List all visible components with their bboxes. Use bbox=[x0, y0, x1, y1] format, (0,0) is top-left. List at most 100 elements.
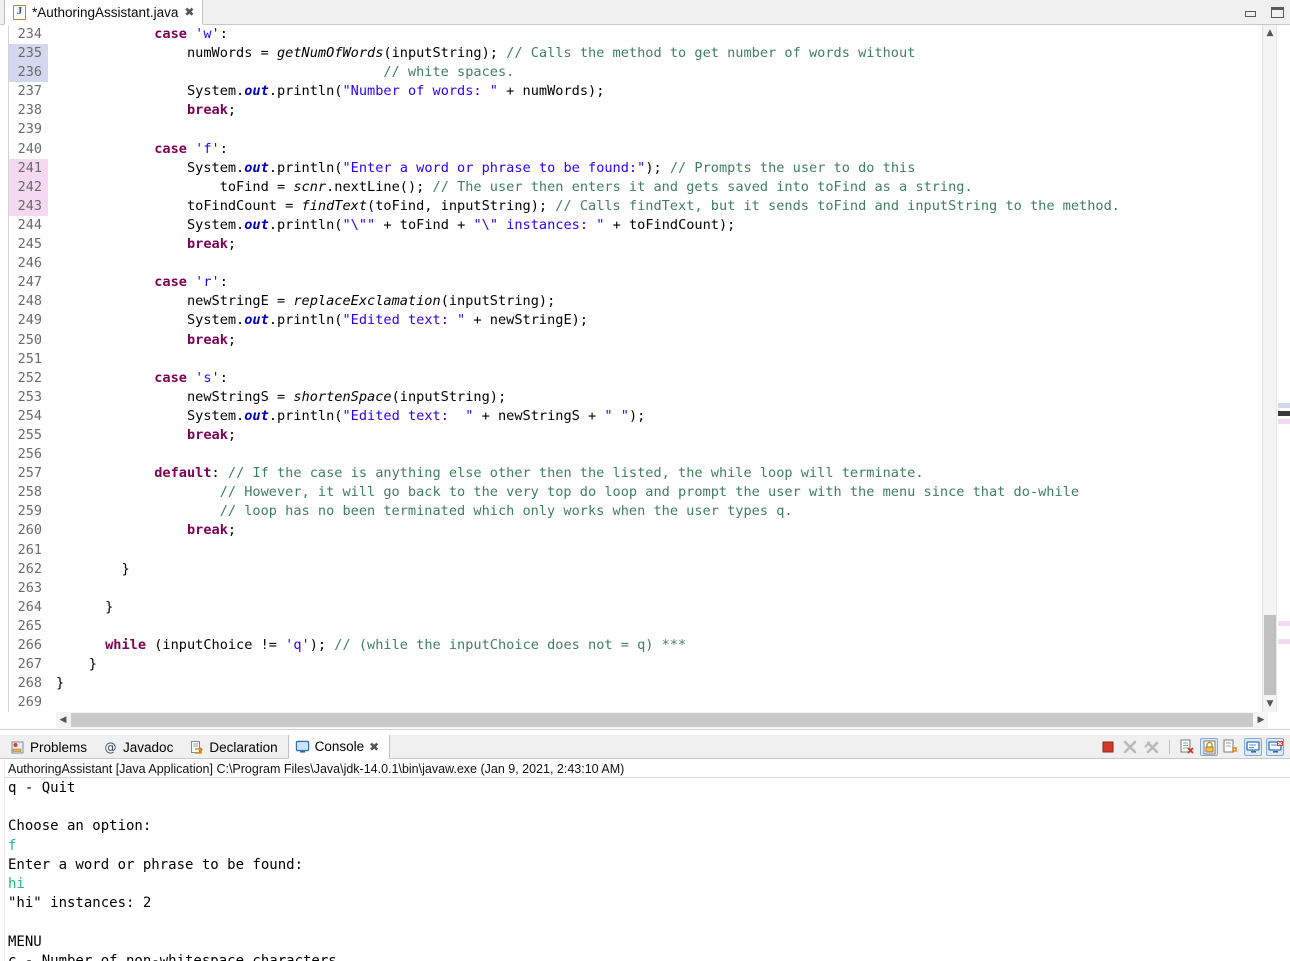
line-number: 248 bbox=[17, 293, 42, 310]
code-line[interactable]: 242 toFind = scnr.nextLine(); // The use… bbox=[0, 177, 1262, 197]
console-icon bbox=[295, 739, 310, 754]
console-tab-label: Declaration bbox=[209, 739, 278, 755]
overview-ruler-marker[interactable] bbox=[1278, 411, 1290, 416]
minimize-icon[interactable] bbox=[1244, 7, 1257, 18]
scroll-up-arrow[interactable]: ▲ bbox=[1263, 25, 1277, 41]
console-output-line: c - Number of non-whitespace characters bbox=[8, 952, 337, 961]
overview-ruler-marker[interactable] bbox=[1278, 621, 1290, 626]
scroll-lock-button[interactable] bbox=[1200, 738, 1218, 756]
code-line[interactable]: 253 newStringS = shortenSpace(inputStrin… bbox=[0, 388, 1262, 407]
word-wrap-button[interactable] bbox=[1222, 738, 1240, 756]
editor-tab-authoringassistant[interactable]: *AuthoringAssistant.java ✖ bbox=[4, 0, 204, 25]
scroll-left-arrow[interactable]: ◀ bbox=[56, 712, 70, 728]
code-text: toFind = scnr.nextLine(); // The user th… bbox=[219, 178, 973, 195]
code-line[interactable]: 263 bbox=[0, 579, 1262, 598]
code-line[interactable]: 269 bbox=[0, 693, 1262, 712]
open-console-button[interactable] bbox=[1266, 738, 1284, 756]
line-number: 259 bbox=[17, 503, 42, 520]
code-text: break; bbox=[186, 102, 237, 119]
code-line[interactable]: 239 bbox=[0, 120, 1262, 139]
line-number: 265 bbox=[17, 617, 42, 634]
line-number: 245 bbox=[17, 236, 42, 253]
console-output-line: Choose an option: bbox=[8, 818, 152, 835]
remove-all-terminated-button bbox=[1143, 738, 1161, 756]
code-line[interactable]: 246 bbox=[0, 254, 1262, 273]
code-line[interactable]: 240 case 'f': bbox=[0, 140, 1262, 159]
code-text: // loop has no been terminated which onl… bbox=[219, 503, 793, 520]
console-tab-problems[interactable]: Problems bbox=[4, 735, 97, 759]
code-text: break; bbox=[186, 236, 237, 253]
line-number: 234 bbox=[17, 26, 42, 42]
code-line[interactable]: 262 } bbox=[0, 560, 1262, 579]
declaration-icon bbox=[189, 740, 204, 755]
vertical-scrollbar-thumb[interactable] bbox=[1264, 615, 1276, 695]
code-text: break; bbox=[186, 522, 237, 539]
console-output-line: MENU bbox=[8, 933, 42, 950]
code-line[interactable]: 237 System.out.println("Number of words:… bbox=[0, 82, 1262, 101]
code-line[interactable]: 261 bbox=[0, 541, 1262, 560]
line-number: 237 bbox=[17, 83, 42, 100]
code-editor[interactable]: 234 case 'w': 235 numWords = getNumOfWord… bbox=[0, 25, 1290, 712]
line-number: 269 bbox=[17, 694, 42, 711]
code-line[interactable]: 268} bbox=[0, 674, 1262, 693]
line-number: 250 bbox=[17, 331, 42, 348]
code-line[interactable]: 264 } bbox=[0, 598, 1262, 617]
console-output[interactable]: q - Quit Choose an option: f Enter a word … bbox=[0, 779, 1290, 961]
code-line[interactable]: 258 // However, it will go back to the v… bbox=[0, 483, 1262, 502]
code-line[interactable]: 266 while (inputChoice != 'q'); // (whil… bbox=[0, 636, 1262, 655]
console-tab-console[interactable]: Console ✖ bbox=[287, 735, 391, 759]
horizontal-scrollbar-thumb[interactable] bbox=[71, 713, 1253, 727]
close-icon[interactable]: ✖ bbox=[184, 6, 194, 18]
console-tab-declaration[interactable]: Declaration bbox=[183, 735, 287, 759]
code-text: } bbox=[56, 598, 114, 615]
code-line[interactable]: 267 } bbox=[0, 655, 1262, 674]
editor-horizontal-scrollbar[interactable]: ◀ ▶ bbox=[56, 712, 1268, 728]
code-line[interactable]: 241 System.out.println("Enter a word or … bbox=[0, 158, 1262, 178]
code-line[interactable]: 250 break; bbox=[0, 331, 1262, 350]
line-number: 241 bbox=[17, 159, 42, 176]
line-number: 254 bbox=[17, 407, 42, 424]
code-line[interactable]: 249 System.out.println("Edited text: " +… bbox=[0, 311, 1262, 330]
line-number: 251 bbox=[17, 350, 42, 367]
code-line[interactable]: 251 bbox=[0, 350, 1262, 369]
scroll-down-arrow[interactable]: ▼ bbox=[1263, 696, 1277, 712]
code-line[interactable]: 245 break; bbox=[0, 235, 1262, 254]
overview-ruler-marker[interactable] bbox=[1278, 639, 1290, 644]
line-number: 243 bbox=[17, 197, 42, 214]
code-line[interactable]: 243 toFindCount = findText(toFind, input… bbox=[0, 196, 1262, 216]
code-line[interactable]: 256 bbox=[0, 445, 1262, 464]
clear-console-button[interactable] bbox=[1178, 738, 1196, 756]
scroll-right-arrow[interactable]: ▶ bbox=[1254, 712, 1268, 728]
terminate-button[interactable] bbox=[1099, 738, 1117, 756]
code-line[interactable]: 235 numWords = getNumOfWords(inputString… bbox=[0, 44, 1262, 64]
line-number: 258 bbox=[17, 484, 42, 501]
code-line[interactable]: 265 bbox=[0, 617, 1262, 636]
display-selected-console-button[interactable] bbox=[1244, 738, 1262, 756]
console-tab-javadoc[interactable]: @ Javadoc bbox=[97, 735, 183, 759]
code-line[interactable]: 257 default: // If the case is anything … bbox=[0, 464, 1262, 483]
code-line[interactable]: 255 break; bbox=[0, 426, 1262, 445]
code-line[interactable]: 247 case 'r': bbox=[0, 273, 1262, 292]
code-line[interactable]: 259 // loop has no been terminated which… bbox=[0, 502, 1262, 521]
code-text: numWords = getNumOfWords(inputString); /… bbox=[186, 45, 916, 62]
code-text: System.out.println("Enter a word or phra… bbox=[186, 159, 916, 176]
code-line[interactable]: 234 case 'w': bbox=[0, 25, 1262, 44]
line-number: 252 bbox=[17, 369, 42, 386]
maximize-icon[interactable] bbox=[1271, 7, 1284, 18]
editor-overview-ruler[interactable] bbox=[1276, 25, 1290, 712]
overview-ruler-marker[interactable] bbox=[1278, 419, 1290, 424]
code-line[interactable]: 260 break; bbox=[0, 521, 1262, 540]
overview-ruler-marker[interactable] bbox=[1278, 403, 1290, 408]
code-line[interactable]: 244 System.out.println("\"" + toFind + "… bbox=[0, 216, 1262, 235]
code-line[interactable]: 238 break; bbox=[0, 101, 1262, 120]
code-line[interactable]: 248 newStringE = replaceExclamation(inpu… bbox=[0, 292, 1262, 311]
code-line[interactable]: 252 case 's': bbox=[0, 369, 1262, 388]
code-line[interactable]: 236 // white spaces. bbox=[0, 63, 1262, 83]
editor-vertical-scrollbar[interactable]: ▲ ▼ bbox=[1262, 25, 1276, 712]
close-icon[interactable]: ✖ bbox=[369, 741, 379, 753]
line-number: 247 bbox=[17, 274, 42, 291]
code-line[interactable]: 254 System.out.println("Edited text: " +… bbox=[0, 407, 1262, 426]
console-output-line: q - Quit bbox=[8, 780, 76, 796]
line-number: 268 bbox=[17, 675, 42, 692]
